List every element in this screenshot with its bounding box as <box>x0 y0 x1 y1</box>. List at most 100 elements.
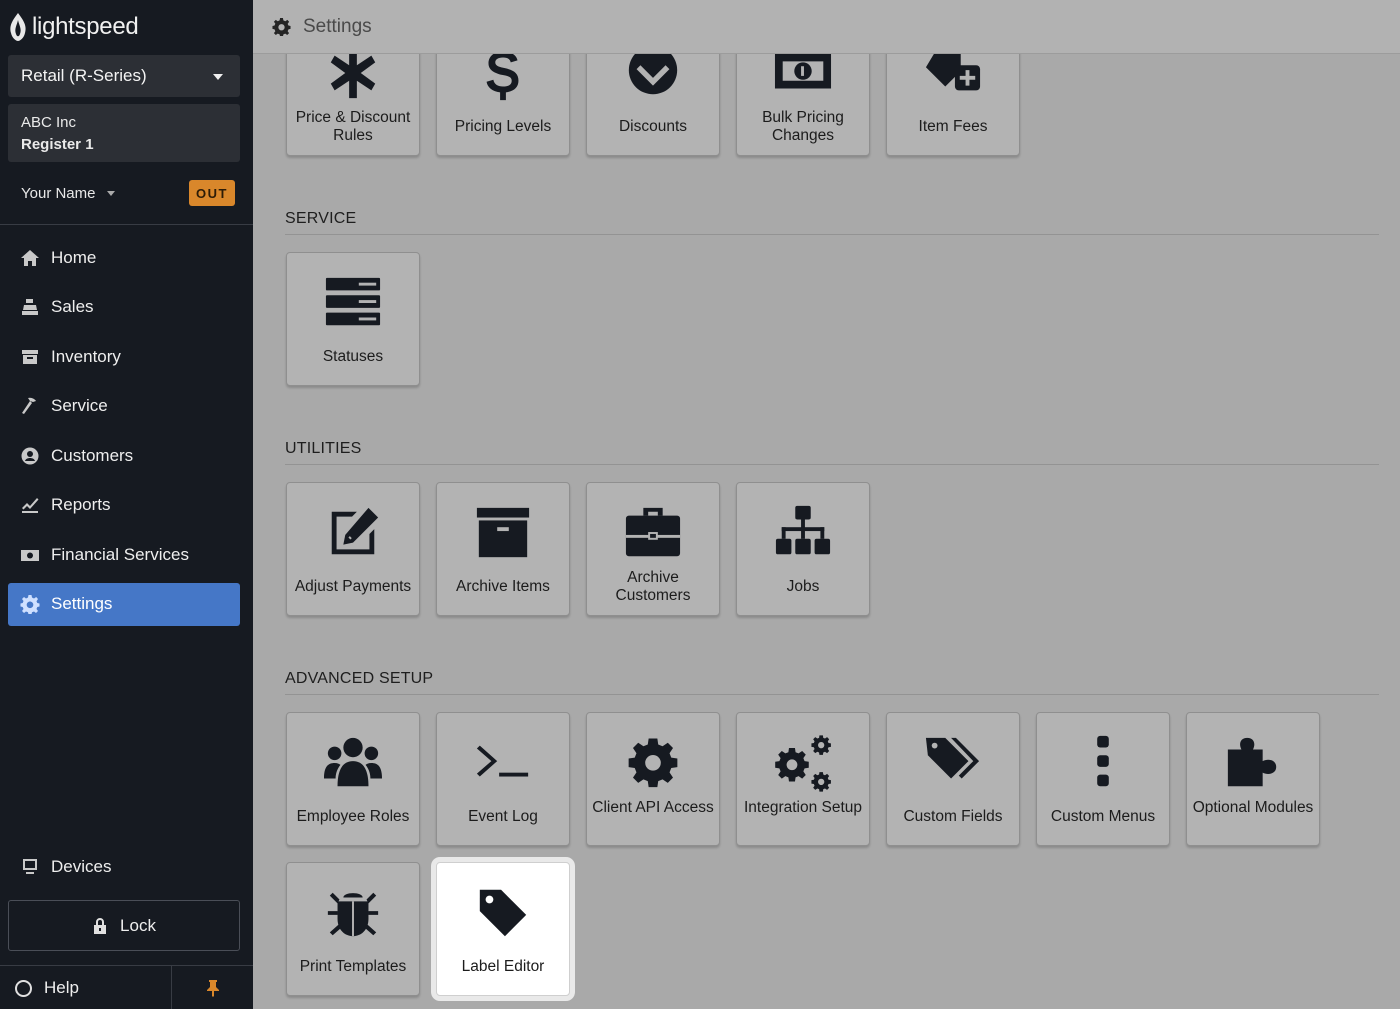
settings-content: Price & Discount Rules Pricing Levels Di… <box>253 0 1400 1009</box>
customer-icon <box>21 447 39 464</box>
clock-out-badge[interactable]: OUT <box>189 180 235 206</box>
lock-button[interactable]: Lock <box>8 900 240 951</box>
tile-label: Client API Access <box>592 799 714 816</box>
edit-icon <box>331 507 379 555</box>
sidebar-item-label: Service <box>51 396 108 415</box>
tile-label: Bulk Pricing Changes <box>762 109 844 144</box>
tile-label: Jobs <box>786 578 820 595</box>
sidebar-item-home[interactable]: Home <box>8 236 240 279</box>
tile-adjust-payments[interactable]: Adjust Payments <box>286 482 420 616</box>
tile-jobs[interactable]: Jobs <box>736 482 870 616</box>
tile-archive-items[interactable]: Archive Items <box>436 482 570 616</box>
tile-employee-roles[interactable]: Employee Roles <box>286 712 420 846</box>
monitor-icon <box>23 858 37 874</box>
register-name: Register 1 <box>21 136 94 153</box>
tile-custom-menus[interactable]: Custom Menus <box>1036 712 1170 846</box>
sitemap-icon <box>775 505 831 555</box>
lock-icon <box>94 917 107 934</box>
gear-icon <box>20 595 40 614</box>
tag-icon <box>479 889 527 937</box>
sidebar-item-settings[interactable]: Settings <box>8 582 240 626</box>
tile-label: Archive Items <box>456 578 550 595</box>
briefcase-icon <box>625 507 681 557</box>
home-icon <box>21 249 39 266</box>
tile-label: Custom Fields <box>903 808 1003 825</box>
chart-icon <box>22 498 39 513</box>
tile-statuses[interactable]: Statuses <box>286 252 420 386</box>
lightspeed-logo[interactable]: lightspeed <box>8 10 139 44</box>
pin-icon <box>206 980 219 997</box>
section-title-advanced-setup: ADVANCED SETUP <box>285 670 1379 695</box>
gear-icon <box>272 17 291 36</box>
brand-name: lightspeed <box>32 13 139 40</box>
caret-down-icon <box>213 74 223 80</box>
tile-label: Adjust Payments <box>294 578 412 595</box>
tile-integration-setup[interactable]: Integration Setup <box>736 712 870 846</box>
caret-down-icon <box>106 190 115 196</box>
tile-event-log[interactable]: Event Log <box>436 712 570 846</box>
sidebar-item-label: Financial Services <box>51 544 189 564</box>
server-icon <box>325 277 381 326</box>
section-title-service: SERVICE <box>285 210 1379 235</box>
tile-label: Integration Setup <box>743 799 863 816</box>
section-title-utilities: UTILITIES <box>285 440 1379 465</box>
tile-label: Item Fees <box>918 118 988 135</box>
tile-client-api-access[interactable]: Client API Access <box>586 712 720 846</box>
account-selector[interactable]: Retail (R-Series) <box>8 55 240 97</box>
tile-label: Discounts <box>618 118 688 135</box>
tile-label: Employee Roles <box>296 808 410 825</box>
bug-icon <box>327 892 379 937</box>
flame-logo-icon <box>10 13 26 41</box>
tile-optional-modules[interactable]: Optional Modules <box>1186 712 1320 846</box>
page-title: Settings <box>303 15 372 37</box>
tile-label: Archive Customers <box>615 569 691 604</box>
sidebar-item-label: Reports <box>51 495 111 514</box>
tile-label: Custom Menus <box>1050 808 1156 825</box>
sidebar-item-label: Sales <box>51 297 94 316</box>
sidebar-item-reports[interactable]: Reports <box>8 484 240 527</box>
gears-icon <box>775 735 831 792</box>
sidebar-item-inventory[interactable]: Inventory <box>8 335 240 378</box>
sidebar-item-sales[interactable]: Sales <box>8 286 240 329</box>
ellipsis-vertical-icon <box>1097 735 1109 787</box>
tile-archive-customers[interactable]: Archive Customers <box>586 482 720 616</box>
tile-label: Statuses <box>322 348 384 365</box>
sidebar: lightspeed Retail (R-Series) ABC Inc Reg… <box>0 0 253 1009</box>
devices-label: Devices <box>51 856 112 876</box>
user-menu[interactable]: Your Name OUT <box>21 180 235 206</box>
tile-label: Pricing Levels <box>454 118 552 135</box>
money-icon <box>21 549 39 561</box>
page-header: Settings <box>253 0 1400 54</box>
tags-icon <box>925 737 980 779</box>
register-icon <box>22 299 38 315</box>
help-label: Help <box>44 978 79 997</box>
sidebar-nav: Home Sales Inventory Service Customers R… <box>8 236 240 632</box>
users-icon <box>324 737 382 787</box>
sidebar-item-devices[interactable]: Devices <box>8 845 240 888</box>
tile-custom-fields[interactable]: Custom Fields <box>886 712 1020 846</box>
sidebar-item-service[interactable]: Service <box>8 385 240 428</box>
sidebar-item-customers[interactable]: Customers <box>8 434 240 477</box>
user-name: Your Name <box>21 184 96 202</box>
tile-label: Print Templates <box>299 958 407 975</box>
terminal-icon <box>476 745 529 777</box>
tile-label-editor[interactable]: Label Editor <box>436 862 570 996</box>
account-selector-label: Retail (R-Series) <box>21 66 147 85</box>
shop-register-box[interactable]: ABC Inc Register 1 <box>8 104 240 162</box>
tile-label: Price & Discount Rules <box>295 109 411 144</box>
gear-icon <box>628 738 678 788</box>
pin-sidebar-button[interactable] <box>171 966 253 1009</box>
tile-label: Event Log <box>468 808 538 825</box>
sidebar-item-financial-services[interactable]: Financial Services <box>8 533 240 576</box>
sidebar-item-label: Settings <box>51 594 113 613</box>
tile-print-templates[interactable]: Print Templates <box>286 862 420 996</box>
sidebar-item-label: Inventory <box>51 346 121 366</box>
tile-label: Optional Modules <box>1192 799 1314 816</box>
sidebar-item-label: Customers <box>51 445 134 465</box>
help-button[interactable]: Help <box>15 966 79 1009</box>
archive-icon <box>476 507 530 558</box>
tile-label: Label Editor <box>461 958 545 975</box>
help-circle-icon <box>15 979 32 997</box>
sidebar-item-label: Home <box>51 247 97 267</box>
lock-label: Lock <box>120 915 156 935</box>
